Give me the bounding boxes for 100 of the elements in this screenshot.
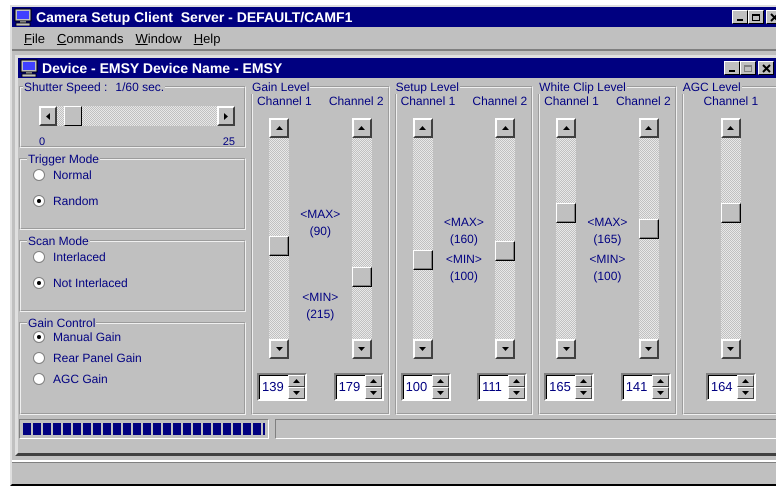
slider-thumb[interactable] <box>495 241 516 262</box>
channel-label: Channel 2 <box>472 94 528 108</box>
spin-box[interactable]: 165 <box>544 373 594 401</box>
arrow-up-icon <box>358 126 366 130</box>
range-label: <MAX> <box>300 206 340 220</box>
range-value: (90) <box>310 224 331 238</box>
menu-item[interactable]: File <box>18 30 51 46</box>
radio-label: AGC Gain <box>53 372 108 386</box>
channel-label: Channel 1 <box>544 94 599 108</box>
group-title: White Clip Level <box>538 80 627 94</box>
group-title: AGC Level <box>682 80 742 94</box>
spin-down-button[interactable] <box>652 387 669 399</box>
group-title: Gain Control <box>27 316 96 330</box>
radio-button[interactable] <box>33 373 45 385</box>
minimize-button[interactable] <box>732 10 748 24</box>
scroll-left-button[interactable] <box>39 106 57 126</box>
radio-button[interactable] <box>33 277 45 289</box>
spin-box[interactable]: 164 <box>706 373 756 401</box>
slider-thumb[interactable] <box>720 203 741 224</box>
radio-button[interactable] <box>33 251 45 263</box>
scroll-up-button[interactable] <box>556 118 576 138</box>
scroll-up-button[interactable] <box>352 118 372 138</box>
spin-down-button[interactable] <box>575 387 592 399</box>
spin-up-button[interactable] <box>652 375 669 387</box>
range-value: (215) <box>306 306 334 320</box>
arrow-up-icon <box>276 126 282 130</box>
maximize-button[interactable] <box>740 61 756 75</box>
scroll-down-button[interactable] <box>269 339 289 359</box>
radio-button[interactable] <box>33 352 45 364</box>
radio-label: Rear Panel Gain <box>53 351 142 365</box>
slider-thumb[interactable] <box>269 236 289 256</box>
scale-label: 0 <box>39 136 46 148</box>
arrow-down-icon <box>513 391 520 395</box>
arrow-down-icon <box>742 391 749 395</box>
maximize-button[interactable] <box>748 10 764 24</box>
scroll-down-button[interactable] <box>720 339 741 359</box>
spin-up-button[interactable] <box>575 375 592 387</box>
scroll-down-button[interactable] <box>495 339 516 359</box>
close-icon <box>762 64 770 72</box>
spin-up-button[interactable] <box>432 375 449 387</box>
spin-up-button[interactable] <box>508 375 526 387</box>
range-label: <MAX> <box>444 214 484 228</box>
menu-item[interactable]: Window <box>129 30 188 46</box>
spin-down-button[interactable] <box>736 387 754 399</box>
channel-label: Channel 1 <box>257 94 312 108</box>
group-title: Setup Level <box>394 80 460 94</box>
radio-button[interactable] <box>33 195 45 207</box>
arrow-up-icon <box>742 379 749 383</box>
menu-item[interactable]: Commands <box>50 30 130 46</box>
spin-down-button[interactable] <box>508 387 526 399</box>
spin-value: 141 <box>624 378 648 396</box>
spin-box[interactable]: 179 <box>334 373 384 401</box>
scroll-down-button[interactable] <box>412 339 433 359</box>
slider-thumb[interactable] <box>64 106 82 126</box>
spin-up-button[interactable] <box>736 375 754 387</box>
radio-button[interactable] <box>33 331 45 343</box>
arrow-down-icon <box>419 347 426 351</box>
spin-value: 179 <box>338 378 362 396</box>
arrow-up-icon <box>436 379 444 383</box>
arrow-up-icon <box>502 126 509 130</box>
group-title: Shutter Speed : <box>24 80 108 94</box>
arrow-down-icon <box>502 347 509 351</box>
arrow-down-icon <box>580 391 588 395</box>
spin-value: 164 <box>710 378 734 396</box>
spin-value: 139 <box>261 378 285 396</box>
spin-down-button[interactable] <box>432 387 449 399</box>
spin-box[interactable]: 141 <box>620 373 671 401</box>
spin-up-button[interactable] <box>364 375 382 387</box>
spin-value: 111 <box>481 378 503 396</box>
spin-down-button[interactable] <box>364 387 382 399</box>
minimize-button[interactable] <box>724 61 740 75</box>
scroll-down-button[interactable] <box>638 339 659 359</box>
slider-thumb[interactable] <box>352 266 372 286</box>
spin-up-button[interactable] <box>288 375 305 387</box>
scroll-up-button[interactable] <box>720 118 741 138</box>
arrow-up-icon <box>562 126 570 130</box>
scroll-up-button[interactable] <box>269 118 289 138</box>
spin-down-button[interactable] <box>288 387 305 399</box>
range-value: (100) <box>593 268 622 282</box>
arrow-up-icon <box>293 379 300 383</box>
slider-thumb[interactable] <box>412 250 433 270</box>
spin-box[interactable]: 139 <box>257 373 307 401</box>
slider-thumb[interactable] <box>556 203 576 224</box>
channel-label: Channel 2 <box>616 94 671 108</box>
spin-value: 165 <box>548 378 572 396</box>
spin-box[interactable]: 100 <box>400 373 451 401</box>
scroll-up-button[interactable] <box>638 118 659 138</box>
spin-box[interactable]: 111 <box>477 373 528 401</box>
arrow-down-icon <box>276 347 282 351</box>
radio-button[interactable] <box>33 169 45 181</box>
scroll-right-button[interactable] <box>217 106 235 126</box>
slider-thumb[interactable] <box>638 219 659 240</box>
close-button[interactable] <box>758 61 774 75</box>
scroll-up-button[interactable] <box>412 118 433 138</box>
scroll-up-button[interactable] <box>495 118 516 138</box>
window-title: Camera Setup Client Server - DEFAULT/CAMF1 <box>36 9 354 25</box>
arrow-down-icon <box>645 347 652 351</box>
menu-item[interactable]: Help <box>188 30 226 46</box>
scroll-down-button[interactable] <box>556 339 576 359</box>
scroll-down-button[interactable] <box>352 339 372 359</box>
